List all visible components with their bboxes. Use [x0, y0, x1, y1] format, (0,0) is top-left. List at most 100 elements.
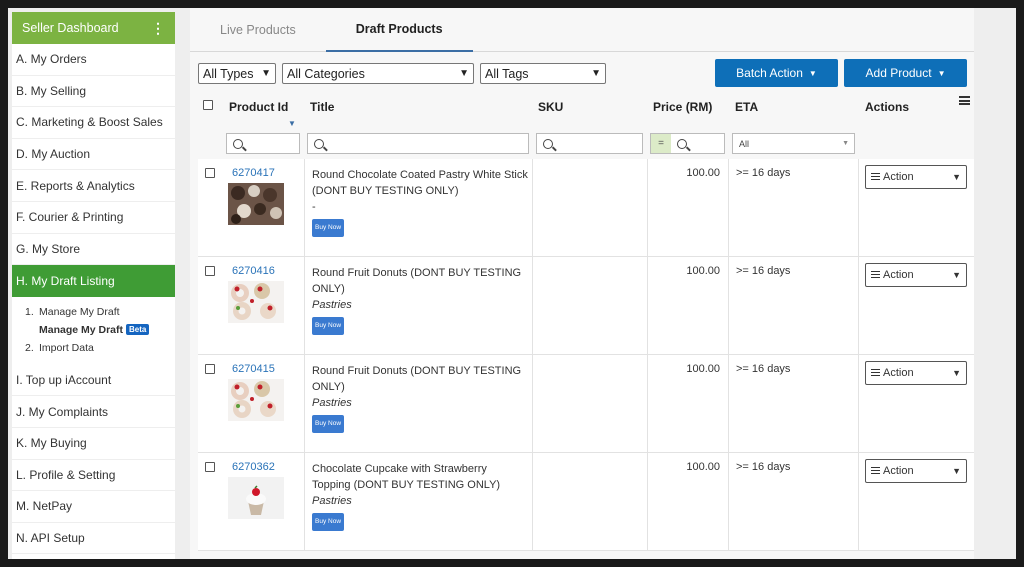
- menu-icon: [871, 271, 880, 278]
- column-header-price[interactable]: Price (RM): [653, 100, 712, 114]
- tab-draft-products[interactable]: Draft Products: [325, 8, 473, 52]
- menu-icon: [871, 369, 880, 376]
- search-icon: [543, 138, 553, 149]
- submenu-item-import-data[interactable]: 2. Import Data: [25, 339, 175, 357]
- product-id-filter[interactable]: [226, 133, 300, 154]
- sidebar-item-profile[interactable]: L. Profile & Setting: [12, 460, 175, 492]
- product-price: 100.00: [686, 461, 720, 473]
- product-price: 100.00: [686, 167, 720, 179]
- submenu-item-manage-draft[interactable]: 1. Manage My Draft: [25, 303, 175, 321]
- more-vertical-icon[interactable]: ⋮: [151, 21, 165, 35]
- add-product-button[interactable]: Add Product ▼: [844, 59, 967, 87]
- sku-filter[interactable]: [536, 133, 643, 154]
- menu-icon: [871, 467, 880, 474]
- product-price: 100.00: [686, 363, 720, 375]
- product-title-cell: Round Fruit Donuts (DONT BUY TESTING ONL…: [312, 363, 528, 433]
- sidebar-item-courier[interactable]: F. Courier & Printing: [12, 202, 175, 234]
- table-row: 6270417 Round Chocolate Coated Pastry Wh…: [198, 159, 974, 257]
- category-select-value: All Categories: [287, 66, 365, 81]
- sidebar-item-reports[interactable]: E. Reports & Analytics: [12, 170, 175, 202]
- chevron-down-icon: ▼: [952, 172, 961, 182]
- sort-desc-icon[interactable]: ▼: [288, 119, 296, 128]
- sidebar-item-marketing[interactable]: C. Marketing & Boost Sales: [12, 107, 175, 139]
- product-image[interactable]: [228, 281, 284, 323]
- product-image[interactable]: [228, 379, 284, 421]
- app-window: Seller Dashboard ⋮ A. My Orders B. My Se…: [8, 8, 1016, 559]
- buy-now-badge: Buy Now: [312, 415, 345, 433]
- product-image[interactable]: [228, 477, 284, 519]
- batch-action-label: Batch Action: [736, 66, 803, 80]
- column-header-product-id[interactable]: Product Id: [229, 100, 288, 114]
- eta-filter-value: All: [739, 138, 750, 149]
- product-title: Round Chocolate Coated Pastry White Stic…: [312, 169, 528, 197]
- buy-now-badge: Buy Now: [312, 219, 345, 237]
- chevron-down-icon: ▼: [261, 68, 271, 79]
- sidebar-item-my-auction[interactable]: D. My Auction: [12, 139, 175, 171]
- row-action-select[interactable]: Action ▼: [865, 263, 967, 287]
- sidebar-item-my-orders[interactable]: A. My Orders: [12, 44, 175, 76]
- row-action-select[interactable]: Action ▼: [865, 165, 967, 189]
- submenu-label: Manage My Draft: [39, 323, 124, 336]
- row-checkbox[interactable]: [205, 266, 215, 276]
- beta-badge: Beta: [126, 324, 150, 336]
- row-checkbox[interactable]: [205, 462, 215, 472]
- product-eta: >= 16 days: [736, 265, 791, 277]
- sidebar-item-my-draft-listing[interactable]: H. My Draft Listing: [12, 265, 175, 297]
- eta-filter[interactable]: All ▼: [732, 133, 855, 154]
- product-title-cell: Round Fruit Donuts (DONT BUY TESTING ONL…: [312, 265, 528, 335]
- row-checkbox[interactable]: [205, 364, 215, 374]
- submenu-number: 2.: [25, 341, 34, 354]
- table-row: 6270362 Chocolate Cupcake with Strawberr…: [198, 453, 974, 551]
- sidebar-header[interactable]: Seller Dashboard ⋮: [12, 12, 175, 44]
- sidebar-item-netpay[interactable]: M. NetPay: [12, 491, 175, 523]
- product-eta: >= 16 days: [736, 461, 791, 473]
- sidebar-item-top-up[interactable]: I. Top up iAccount: [12, 365, 175, 397]
- submenu-item-manage-draft-beta[interactable]: Manage My Draft Beta: [25, 321, 175, 339]
- column-header-actions: Actions: [865, 100, 910, 114]
- product-price: 100.00: [686, 265, 720, 277]
- column-header-sku[interactable]: SKU: [538, 100, 563, 114]
- sidebar: Seller Dashboard ⋮ A. My Orders B. My Se…: [12, 12, 175, 559]
- tab-live-products[interactable]: Live Products: [190, 8, 326, 51]
- sidebar-item-my-selling[interactable]: B. My Selling: [12, 76, 175, 108]
- chevron-down-icon: ▼: [842, 140, 849, 147]
- tag-select-value: All Tags: [485, 66, 529, 81]
- tag-select[interactable]: All Tags ▼: [480, 63, 606, 84]
- table-row: 6270416 Round Fruit Donuts (DONT BUY TES…: [198, 257, 974, 355]
- price-operator[interactable]: =: [651, 134, 671, 153]
- row-action-select[interactable]: Action ▼: [865, 459, 967, 483]
- search-icon: [677, 138, 687, 149]
- row-action-label: Action: [883, 367, 914, 379]
- sidebar-submenu: 1. Manage My Draft Manage My Draft Beta …: [12, 297, 175, 365]
- product-id-link[interactable]: 6270415: [232, 363, 275, 375]
- sidebar-item-complaints[interactable]: J. My Complaints: [12, 396, 175, 428]
- sidebar-item-my-buying[interactable]: K. My Buying: [12, 428, 175, 460]
- price-filter[interactable]: =: [650, 133, 725, 154]
- product-id-link[interactable]: 6270416: [232, 265, 275, 277]
- sidebar-item-api-setup[interactable]: N. API Setup: [12, 523, 175, 555]
- sidebar-item-my-store[interactable]: G. My Store: [12, 234, 175, 266]
- buy-now-badge: Buy Now: [312, 513, 345, 531]
- table-header: Product Id ▼ Title SKU Price (RM) ETA Ac…: [198, 93, 974, 129]
- select-all-checkbox[interactable]: [203, 100, 213, 110]
- sidebar-header-title: Seller Dashboard: [22, 21, 119, 35]
- batch-action-button[interactable]: Batch Action ▼: [715, 59, 838, 87]
- column-header-title[interactable]: Title: [310, 100, 334, 114]
- chevron-down-icon: ▼: [952, 368, 961, 378]
- product-image[interactable]: [228, 183, 284, 225]
- table-row: 6270415 Round Fruit Donuts (DONT BUY TES…: [198, 355, 974, 453]
- title-filter[interactable]: [307, 133, 529, 154]
- product-id-link[interactable]: 6270362: [232, 461, 275, 473]
- caret-down-icon: ▼: [808, 68, 817, 78]
- row-action-select[interactable]: Action ▼: [865, 361, 967, 385]
- column-header-eta[interactable]: ETA: [735, 100, 758, 114]
- product-title-cell: Chocolate Cupcake with Strawberry Toppin…: [312, 461, 528, 531]
- row-checkbox[interactable]: [205, 168, 215, 178]
- type-select[interactable]: All Types ▼: [198, 63, 276, 84]
- product-category: Pastries: [312, 495, 352, 507]
- submenu-number: 1.: [25, 305, 34, 318]
- submenu-label: Manage My Draft: [39, 305, 120, 318]
- column-menu-icon[interactable]: [959, 96, 970, 105]
- category-select[interactable]: All Categories ▼: [282, 63, 474, 84]
- product-id-link[interactable]: 6270417: [232, 167, 275, 179]
